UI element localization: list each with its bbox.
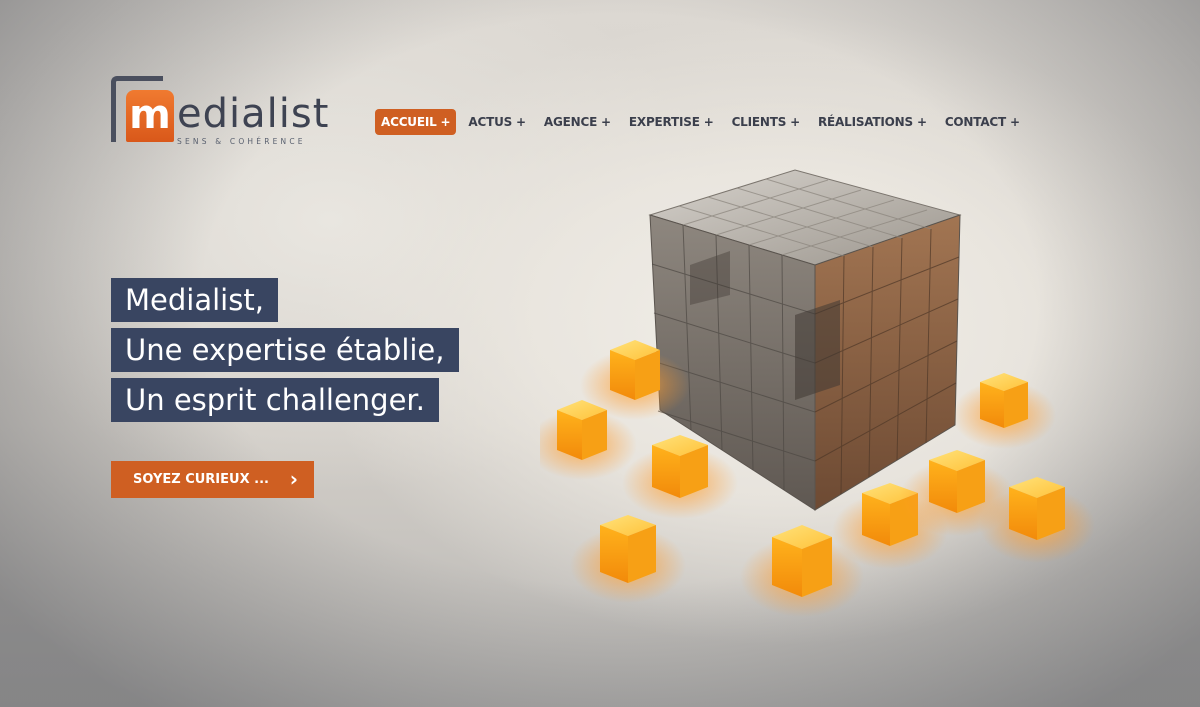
nav-item-accueil[interactable]: ACCUEIL + [375, 109, 457, 135]
cta-label: SOYEZ CURIEUX ... [133, 472, 269, 487]
soyez-curieux-button[interactable]: SOYEZ CURIEUX ... › [111, 461, 314, 498]
hero-illustration [540, 169, 1095, 617]
medialist-logo[interactable]: m edialist SENS & COHÉRENCE [111, 74, 341, 152]
nav-item-clients[interactable]: CLIENTS + [726, 109, 806, 135]
headline-line-1: Medialist, [111, 278, 278, 322]
headline-line-3: Un esprit challenger. [111, 378, 439, 422]
chevron-right-icon: › [289, 467, 298, 491]
main-navigation: ACCUEIL + ACTUS + AGENCE + EXPERTISE + C… [375, 109, 1032, 135]
logo-wordmark: edialist [177, 91, 330, 137]
nav-item-actus[interactable]: ACTUS + [462, 109, 532, 135]
logo-tagline: SENS & COHÉRENCE [177, 137, 306, 146]
nav-item-expertise[interactable]: EXPERTISE + [623, 109, 720, 135]
logo-letter-m: m [126, 90, 174, 142]
nav-item-agence[interactable]: AGENCE + [538, 109, 617, 135]
nav-item-realisations[interactable]: RÉALISATIONS + [812, 109, 933, 135]
hero-headline: Medialist, Une expertise établie, Un esp… [111, 278, 459, 428]
nav-item-contact[interactable]: CONTACT + [939, 109, 1026, 135]
headline-line-2: Une expertise établie, [111, 328, 459, 372]
logo-mark: m [111, 74, 174, 144]
